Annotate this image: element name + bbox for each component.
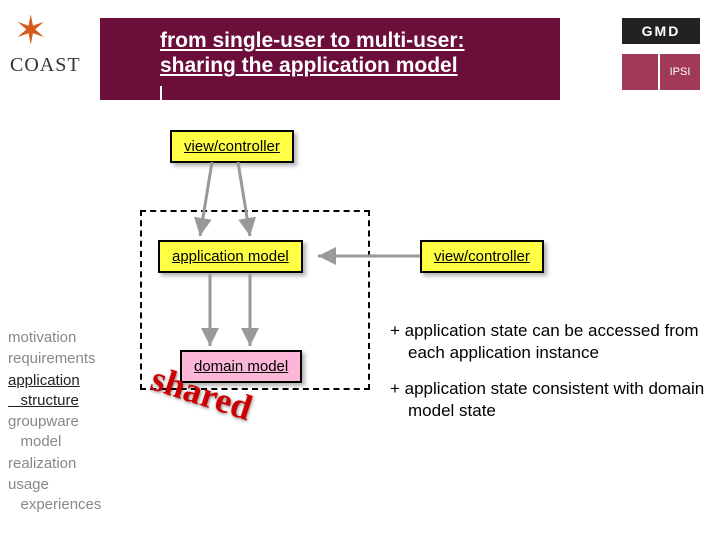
application-model-box: application model [158,240,303,273]
nav-item-active: application structure [8,371,101,412]
title-line2: sharing the application model [160,54,458,77]
nav-item: motivation [8,328,101,348]
gmd-logo: GMD [622,18,700,44]
bullet-2: + application state consistent with doma… [390,378,710,422]
bullet-points: + application state can be accessed from… [390,320,710,436]
starfish-icon: ✶ [14,8,48,54]
ipsi-logo: IPSI [622,54,700,90]
title-banner: from single-user to multi-user: sharing … [100,18,560,100]
nav-item: requirements [8,349,101,369]
nav-item: groupware model [8,412,101,453]
view-controller-box-1: view/controller [170,130,294,163]
bullet-1: + application state can be accessed from… [390,320,710,364]
nav-outline: motivation requirements application stru… [8,328,101,516]
coast-logo: COAST [10,54,81,77]
view-controller-box-2: view/controller [420,240,544,273]
connector-bar [160,86,162,116]
nav-item: usage experiences [8,475,101,516]
title-line1: from single-user to multi-user: [160,29,465,52]
nav-item: realization [8,454,101,474]
